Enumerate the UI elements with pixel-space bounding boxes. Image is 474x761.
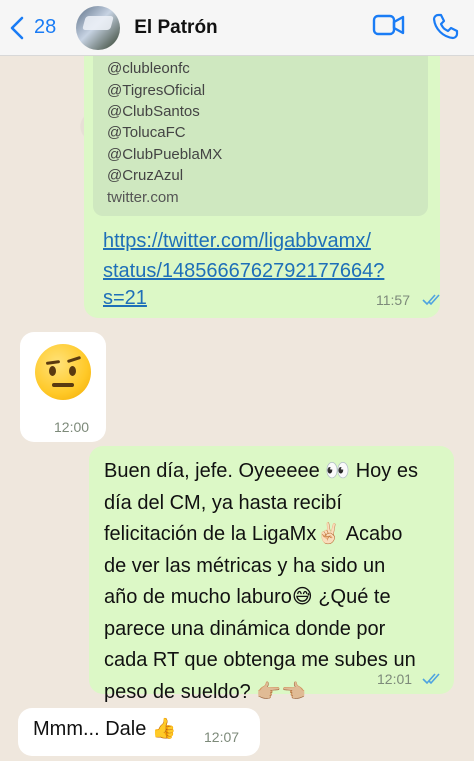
preview-handle: @clubleonfc [107, 60, 190, 77]
avatar[interactable] [76, 5, 121, 50]
message-line: año de mucho laburo😅 ¿Qué te [104, 586, 391, 608]
message-time: 12:07 [204, 729, 240, 745]
video-call-icon[interactable] [372, 12, 406, 38]
contact-name[interactable]: El Patrón [134, 17, 217, 39]
message-link[interactable]: https://twitter.com/ligabbvamx/ [103, 226, 371, 256]
message-link[interactable]: s=21 [103, 283, 147, 313]
chat-header: 28 El Patrón [0, 0, 474, 56]
message-text: Mmm... Dale 👍 [33, 718, 177, 740]
preview-domain: twitter.com [107, 189, 179, 206]
message-time: 11:57 [376, 292, 410, 308]
preview-handle: @TolucaFC [107, 124, 186, 141]
message-line: parece una dinámica donde por [104, 617, 386, 640]
preview-handle: @ClubPueblaMX [107, 146, 223, 163]
message-line: Buen día, jefe. Oyeeeee 👀 Hoy es [104, 460, 418, 482]
preview-handle: @TigresOficial [107, 82, 206, 99]
unread-count: 28 [34, 16, 57, 38]
read-receipt-icon [422, 673, 440, 685]
phone-call-icon[interactable] [432, 12, 460, 40]
message-time: 12:00 [54, 419, 90, 435]
message-time: 12:01 [377, 671, 413, 687]
preview-handle: @ClubSantos [107, 103, 200, 120]
link-preview-card[interactable]: @clubleonfc @TigresOficial @ClubSantos @… [93, 56, 428, 216]
raised-eyebrow-emoji-icon [35, 344, 91, 400]
preview-handle: @CruzAzul [107, 167, 184, 184]
back-button[interactable]: 28 [10, 16, 56, 40]
read-receipt-icon [422, 294, 440, 306]
message-line: de ver las métricas y ha sido un [104, 554, 386, 577]
message-line: felicitación de la LigaMx✌🏻 Acabo [104, 523, 403, 545]
message-link[interactable]: status/1485666762792177664? [103, 256, 384, 286]
message-line: día del CM, ya hasta recibí [104, 491, 342, 514]
chevron-left-icon [10, 16, 24, 39]
